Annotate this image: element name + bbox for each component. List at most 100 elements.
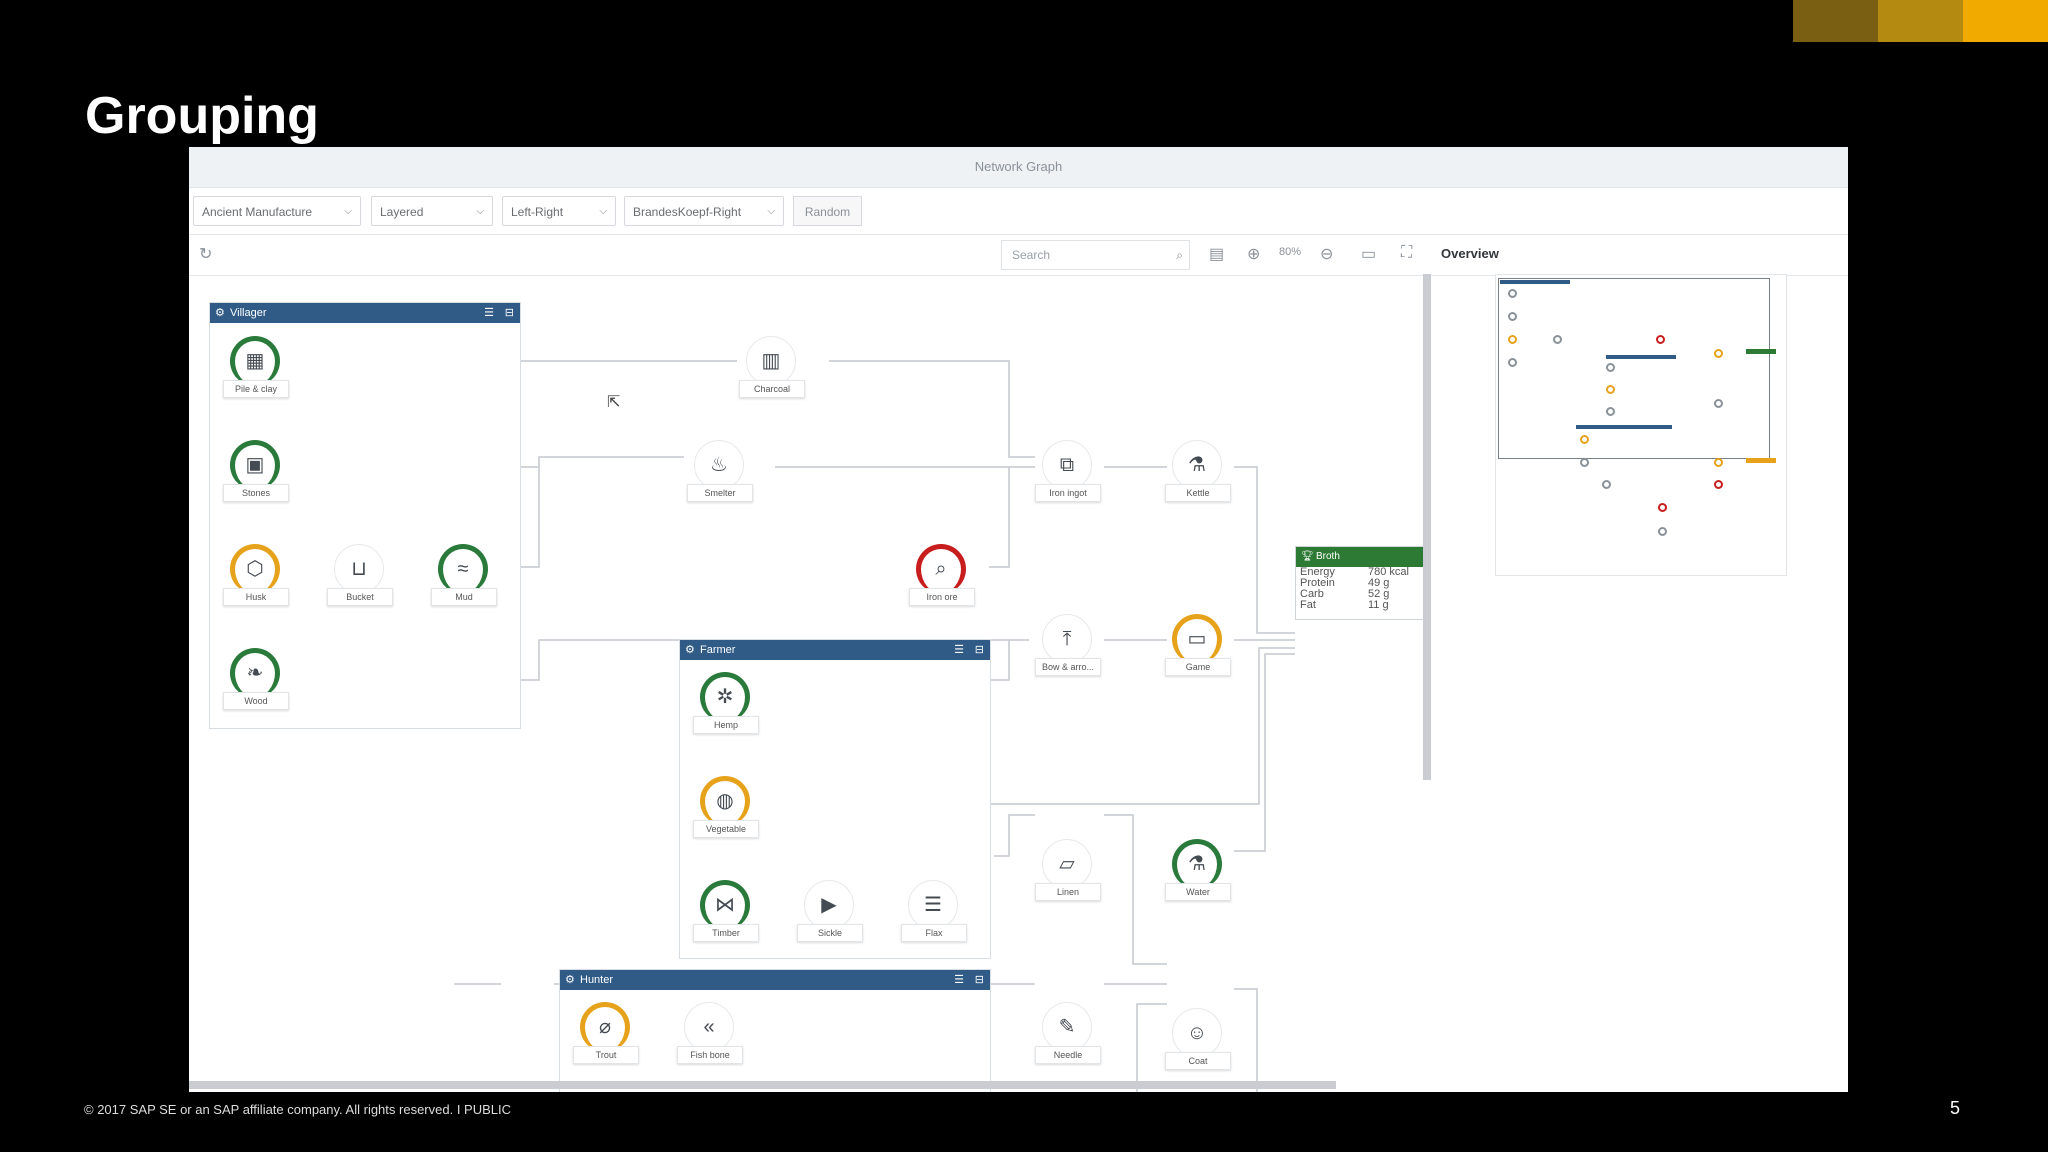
refresh-icon[interactable]: ↻ (199, 244, 212, 264)
magnifier-icon: ⌕ (916, 544, 966, 594)
overview-node (1508, 289, 1517, 298)
trophy-icon: 🏆︎ (1301, 551, 1314, 562)
node-coat[interactable]: ☺ Coat (1165, 1008, 1233, 1080)
bucket-icon: ⊔ (334, 544, 384, 594)
node-linen[interactable]: ▱ Linen (1035, 839, 1103, 911)
horizontal-scrollbar[interactable] (189, 1081, 1336, 1089)
node-iron-ore[interactable]: ⌕ Iron ore (909, 544, 977, 616)
alignment-select[interactable]: BrandesKoepf-Right ⌵ (624, 196, 784, 226)
node-pile-clay[interactable]: ▦ Pile & clay (223, 336, 291, 408)
node-charcoal[interactable]: ▥ Charcoal (739, 336, 807, 408)
node-flax[interactable]: ☰ Flax (901, 880, 969, 952)
search-input[interactable]: Search ⌕ (1001, 240, 1190, 270)
node-stones[interactable]: ▣ Stones (223, 440, 291, 512)
node-label: Trout (573, 1046, 639, 1064)
node-label: Smelter (687, 484, 753, 502)
overview-viewport[interactable] (1498, 278, 1770, 459)
collapse-icon[interactable]: ⊟ (975, 640, 984, 660)
node-label: Linen (1035, 883, 1101, 901)
overview-node (1508, 358, 1517, 367)
node-fish-bone[interactable]: « Fish bone (677, 1002, 745, 1074)
node-sickle[interactable]: ▶ Sickle (797, 880, 865, 952)
clay-icon: ▦ (230, 336, 280, 386)
node-label: Fish bone (677, 1046, 743, 1064)
overview-node (1606, 385, 1615, 394)
overview-panel[interactable] (1495, 274, 1787, 576)
orientation-select-value: Left-Right (511, 205, 564, 219)
paperclip-icon: ⌀ (580, 1002, 630, 1052)
node-label: Water (1165, 883, 1231, 901)
node-husk[interactable]: ⬡ Husk (223, 544, 291, 616)
menu-icon[interactable]: ☰ (954, 970, 964, 990)
edge (1234, 466, 1295, 634)
node-game[interactable]: ▭ Game (1165, 614, 1233, 686)
layout-select[interactable]: Layered ⌵ (371, 196, 493, 226)
layout-select-value: Layered (380, 205, 424, 219)
hemp-icon: ✲ (700, 672, 750, 722)
menu-icon[interactable]: ☰ (954, 640, 964, 660)
fullscreen-icon[interactable]: ⛶ (1401, 244, 1412, 262)
graph-canvas[interactable]: ⚙ Villager ☰ ⊟ ⚙ Farmer ☰ ⊟ ⚙ Hunter ☰ ⊟ (189, 274, 1848, 1092)
node-mud[interactable]: ≈ Mud (431, 544, 499, 616)
pin-icon: ✎ (1042, 1002, 1092, 1052)
node-bucket[interactable]: ⊔ Bucket (327, 544, 395, 616)
vertical-scrollbar[interactable] (1423, 274, 1431, 780)
search-placeholder: Search (1012, 248, 1051, 262)
alignment-select-value: BrandesKoepf-Right (633, 205, 742, 219)
group-title: Villager (230, 307, 267, 319)
node-bow-arrow[interactable]: ⤒ Bow & arro... (1035, 614, 1103, 686)
node-label: Sickle (797, 924, 863, 942)
result-node-header: 🏆︎ Broth (1296, 547, 1426, 567)
zoom-out-icon[interactable]: ⊖ (1320, 244, 1333, 264)
overview-node (1714, 458, 1723, 467)
overview-group (1576, 425, 1672, 429)
menu-icon[interactable]: ☰ (484, 303, 494, 323)
dataset-select[interactable]: Ancient Manufacture ⌵ (193, 196, 361, 226)
node-label: Flax (901, 924, 967, 942)
node-vegetable[interactable]: ◍ Vegetable (693, 776, 761, 848)
legend-icon[interactable]: ▤ (1209, 244, 1224, 264)
node-label: Husk (223, 588, 289, 606)
search-icon[interactable]: ⌕ (1176, 241, 1183, 269)
flask-icon: ⚗ (1172, 839, 1222, 889)
zoom-in-icon[interactable]: ⊕ (1247, 244, 1260, 264)
overview-node (1606, 363, 1615, 372)
collapse-icon[interactable]: ⊟ (975, 970, 984, 990)
node-smelter[interactable]: ♨ Smelter (687, 440, 755, 512)
result-node-title: Broth (1316, 551, 1340, 562)
node-timber[interactable]: ⋈ Timber (693, 880, 761, 952)
edge (1104, 814, 1167, 965)
window-title: Network Graph (189, 147, 1848, 188)
overview-node (1580, 458, 1589, 467)
node-label: Mud (431, 588, 497, 606)
random-button[interactable]: Random (793, 196, 862, 226)
smelter-icon: ♨ (694, 440, 744, 490)
chevron-down-icon: ⌵ (599, 206, 607, 217)
laptop-icon: ▭ (1172, 614, 1222, 664)
node-hemp[interactable]: ✲ Hemp (693, 672, 761, 744)
folder-icon: ▱ (1042, 839, 1092, 889)
result-node-broth[interactable]: 🏆︎ Broth Energy 780 kcal Protein 49 g Carb… (1295, 546, 1427, 620)
node-water[interactable]: ⚗ Water (1165, 839, 1233, 911)
slide-title: Grouping (85, 87, 319, 145)
fit-to-screen-icon[interactable]: ▭ (1361, 244, 1376, 264)
network-graph-app: Network Graph Ancient Manufacture ⌵ Laye… (189, 147, 1848, 1092)
node-wood[interactable]: ❧ Wood (223, 648, 291, 720)
play-icon: ▶ (804, 880, 854, 930)
orientation-select[interactable]: Left-Right ⌵ (502, 196, 616, 226)
overview-node (1508, 312, 1517, 321)
node-kettle[interactable]: ⚗ Kettle (1165, 440, 1233, 512)
overview-node (1580, 435, 1589, 444)
leaf-icon: ❧ (230, 648, 280, 698)
edge (1234, 653, 1295, 852)
node-trout[interactable]: ⌀ Trout (573, 1002, 641, 1074)
result-row-label: Fat (1300, 599, 1316, 611)
node-needle[interactable]: ✎ Needle (1035, 1002, 1103, 1074)
mud-icon: ≈ (438, 544, 488, 594)
apple-icon: ◍ (700, 776, 750, 826)
node-label: Bucket (327, 588, 393, 606)
node-label: Charcoal (739, 380, 805, 398)
collapse-icon[interactable]: ⊟ (505, 303, 514, 323)
slide-footer: © 2017 SAP SE or an SAP affiliate compan… (84, 1102, 512, 1117)
node-iron-ingot[interactable]: ⧉ Iron ingot (1035, 440, 1103, 512)
